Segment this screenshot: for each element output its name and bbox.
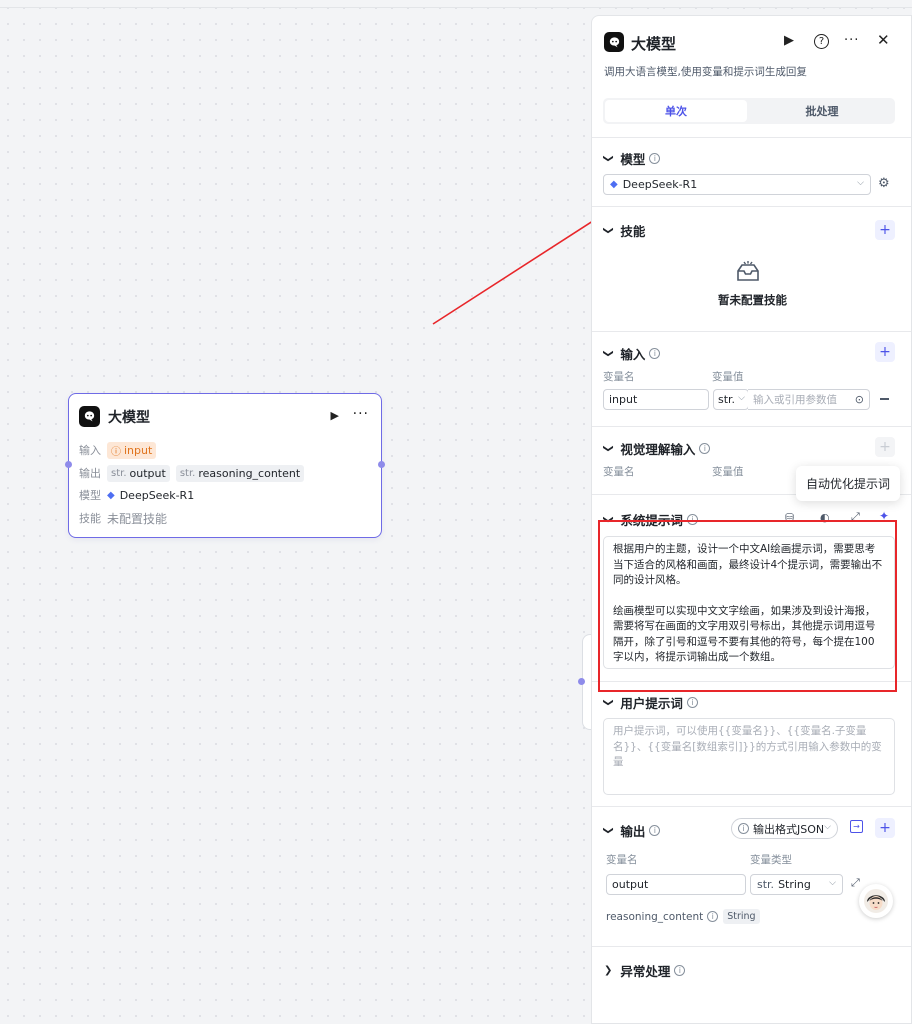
output-format-select[interactable]: i 输出格式JSON ⌵ <box>731 818 838 839</box>
reasoning-var-name: reasoning_content <box>606 910 704 923</box>
help-icon[interactable]: ? <box>814 34 829 49</box>
info-icon: i <box>738 823 749 834</box>
skills-section-label: 技能 <box>620 224 646 239</box>
exception-section-label: 异常处理 <box>620 964 671 979</box>
divider <box>592 137 911 138</box>
vision-input-section-label: 视觉理解输入 <box>620 442 696 457</box>
output-section-label: 输出 <box>620 824 646 839</box>
auto-optimize-tooltip: 自动优化提示词 <box>796 466 900 501</box>
user-prompt-placeholder: 用户提示词，可以使用{{变量名}}、{{变量名.子变量名}}、{{变量名[数组索… <box>613 725 882 768</box>
llm-logo-icon <box>604 32 624 52</box>
close-icon[interactable]: ✕ <box>877 31 890 49</box>
vision-col-name-header: 变量名 <box>603 466 635 478</box>
divider <box>592 806 911 807</box>
input-value-placeholder: 输入或引用参数值 <box>753 394 837 406</box>
empty-box-icon <box>737 261 759 281</box>
reasoning-output-row: reasoning_content i String <box>606 909 766 924</box>
vision-input-section-header[interactable]: ❯ 视觉理解输入 i <box>602 439 711 458</box>
skills-empty-text: 暂未配置技能 <box>718 293 787 307</box>
expand-icon[interactable]: ⤢ <box>851 876 860 890</box>
remove-input-button[interactable] <box>880 398 889 400</box>
chevron-down-icon: ⌵ <box>738 393 745 403</box>
run-mode-tabs: 单次 批处理 <box>603 98 895 124</box>
deepseek-icon: ◆ <box>610 179 618 190</box>
info-icon: i <box>649 825 661 836</box>
chevron-down-icon: ⌵ <box>857 178 864 188</box>
chevron-down-icon: ⌵ <box>824 822 831 832</box>
add-input-button[interactable]: + <box>875 342 895 362</box>
type-prefix: str. <box>757 878 775 891</box>
output-col-type-header: 变量类型 <box>750 854 792 866</box>
model-select[interactable]: ◆ DeepSeek-R1 ⌵ <box>603 174 871 195</box>
add-skill-button[interactable]: + <box>875 220 895 240</box>
output-format-value: 输出格式JSON <box>753 822 825 836</box>
info-icon: i <box>699 443 711 454</box>
model-section-label: 模型 <box>620 152 646 167</box>
divider <box>592 206 911 207</box>
chevron-down-icon: ⌵ <box>829 878 836 888</box>
settings-icon[interactable]: ⚙ <box>878 176 890 191</box>
info-icon: i <box>649 153 661 164</box>
input-section-header[interactable]: ❯ 输入 i <box>602 344 661 363</box>
model-select-value: DeepSeek-R1 <box>622 178 698 191</box>
avatar-icon <box>864 889 888 913</box>
input-var-name-field[interactable]: input <box>603 389 709 410</box>
more-icon[interactable]: ··· <box>844 33 859 48</box>
divider <box>592 946 911 947</box>
model-section-header[interactable]: ❯ 模型 i <box>602 149 661 168</box>
panel-header: 大模型 ▶ ? ··· ✕ <box>604 31 900 54</box>
vision-col-value-header: 变量值 <box>712 466 744 478</box>
user-prompt-textarea[interactable]: 用户提示词，可以使用{{变量名}}、{{变量名.子变量名}}、{{变量名[数组索… <box>603 718 895 795</box>
info-icon: i <box>649 348 661 359</box>
reasoning-type-badge: String <box>723 909 760 924</box>
user-prompt-section-label: 用户提示词 <box>620 696 683 711</box>
output-section-header[interactable]: ❯ 输出 i <box>602 821 661 840</box>
annotation-highlight-box <box>598 520 897 692</box>
input-col-value-header: 变量值 <box>712 371 744 383</box>
skills-section-header[interactable]: ❯ 技能 <box>602 221 646 240</box>
input-value-field[interactable]: 输入或引用参数值 ⊙ <box>748 389 870 410</box>
chevron-down-icon: ❯ <box>602 349 614 358</box>
output-type-value: String <box>778 878 811 891</box>
tab-single[interactable]: 单次 <box>605 100 747 122</box>
hidden-node-port[interactable] <box>578 678 585 685</box>
chevron-down-icon: ❯ <box>602 154 614 163</box>
user-prompt-section-header[interactable]: ❯ 用户提示词 i <box>602 693 698 712</box>
input-type-value: str. <box>718 393 736 406</box>
add-output-button[interactable]: + <box>875 818 895 838</box>
output-var-name-field[interactable]: output <box>606 874 746 895</box>
chevron-down-icon: ❯ <box>602 826 614 835</box>
info-icon: i <box>674 965 686 976</box>
divider <box>592 331 911 332</box>
exception-section-header[interactable]: ❯ 异常处理 i <box>604 961 686 980</box>
tab-batch[interactable]: 批处理 <box>751 100 893 122</box>
output-col-name-header: 变量名 <box>606 854 638 866</box>
info-icon: i <box>686 697 698 708</box>
chevron-down-icon: ❯ <box>602 698 614 707</box>
panel-title: 大模型 <box>631 35 677 53</box>
chevron-right-icon: ❯ <box>604 965 613 976</box>
panel-description: 调用大语言模型,使用变量和提示词生成回复 <box>604 66 807 78</box>
input-type-select[interactable]: str. ⌵ <box>713 389 749 410</box>
import-icon[interactable]: → <box>850 820 863 833</box>
divider <box>592 426 911 427</box>
add-vision-input-button[interactable]: + <box>875 437 895 457</box>
chevron-down-icon: ❯ <box>602 226 614 235</box>
output-type-select[interactable]: str. String ⌵ <box>750 874 843 895</box>
play-icon[interactable]: ▶ <box>784 33 794 48</box>
info-icon: i <box>707 911 719 922</box>
input-section-label: 输入 <box>620 347 646 362</box>
assistant-avatar[interactable] <box>859 884 893 918</box>
input-col-name-header: 变量名 <box>603 371 635 383</box>
variable-ref-icon[interactable]: ⊙ <box>855 393 864 406</box>
chevron-down-icon: ❯ <box>602 444 614 453</box>
